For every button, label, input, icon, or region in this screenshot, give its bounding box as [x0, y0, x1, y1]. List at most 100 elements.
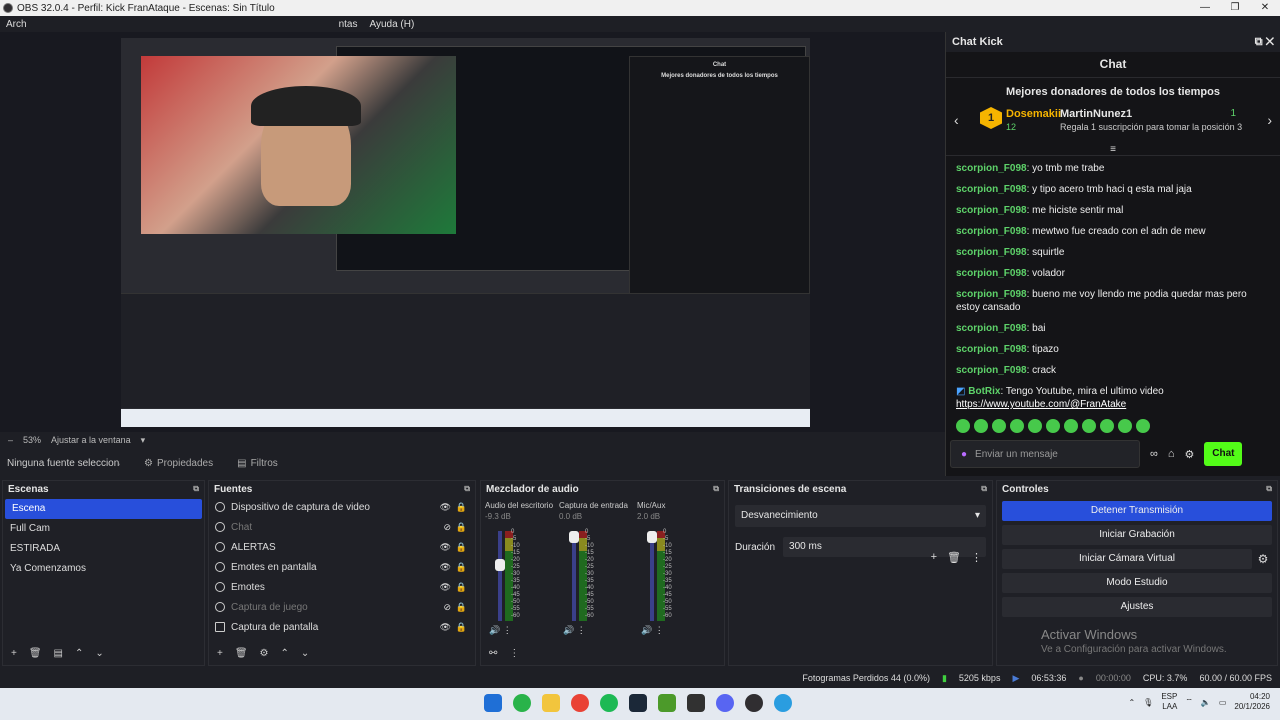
source-item[interactable]: ALERTAS 👁 🔒: [209, 537, 475, 557]
popout-icon[interactable]: ⧉: [981, 484, 987, 494]
scene-item[interactable]: ESTIRADA: [3, 539, 204, 559]
settings-button[interactable]: Ajustes: [1002, 597, 1272, 617]
lock-icon[interactable]: 🔒: [456, 562, 467, 573]
lock-icon[interactable]: 🔒: [456, 622, 467, 633]
link-icon[interactable]: ⚯: [489, 648, 497, 659]
more-icon[interactable]: ⋮: [503, 625, 512, 635]
eye-hidden-icon[interactable]: ⊘: [443, 602, 451, 613]
obs-icon[interactable]: [745, 694, 763, 712]
clock[interactable]: 04:20 20/1/2026: [1234, 692, 1270, 712]
lock-icon[interactable]: 🔒: [456, 542, 467, 553]
gift-icon[interactable]: ⌂: [1168, 448, 1175, 461]
close-button[interactable]: ✕: [1250, 0, 1280, 16]
steam-icon[interactable]: [629, 694, 647, 712]
chat-username[interactable]: scorpion_F098: [956, 247, 1027, 258]
eye-icon[interactable]: 👁: [440, 562, 451, 573]
source-item[interactable]: Emotes en pantalla 👁 🔒: [209, 557, 475, 577]
add-icon[interactable]: +: [931, 551, 937, 564]
speaker-icon[interactable]: 🔊: [489, 625, 500, 635]
chat-username[interactable]: BotRix: [968, 386, 1000, 397]
lock-icon[interactable]: 🔒: [456, 522, 467, 533]
chevron-right-icon[interactable]: ›: [1267, 112, 1272, 128]
chevron-down-icon[interactable]: ⌄: [301, 648, 309, 659]
pin-toggle-icon[interactable]: ≡: [946, 144, 1280, 156]
volume-fader[interactable]: [498, 531, 502, 621]
more-icon[interactable]: ⋮: [971, 551, 982, 564]
fader-knob[interactable]: [495, 559, 505, 571]
popout-icon[interactable]: ⧉: [193, 484, 199, 494]
fader-knob[interactable]: [647, 531, 657, 543]
language-indicator[interactable]: ESP LAA: [1161, 692, 1177, 712]
menu-item-archivo[interactable]: Arch: [0, 19, 33, 30]
transition-select[interactable]: Desvanecimiento ▾: [735, 505, 986, 527]
chevron-down-icon[interactable]: ⌄: [95, 648, 103, 659]
minimize-button[interactable]: —: [1190, 0, 1220, 16]
dock-controls[interactable]: ⧉ ✕: [1255, 36, 1274, 48]
scene-item[interactable]: Full Cam: [3, 519, 204, 539]
trash-icon[interactable]: 🗑: [235, 648, 248, 659]
menu-item-herramientas[interactable]: ntas: [333, 19, 364, 30]
windows-start-icon[interactable]: [484, 694, 502, 712]
popout-icon[interactable]: ⧉: [464, 484, 470, 494]
chrome-icon[interactable]: [571, 694, 589, 712]
volume-fader[interactable]: [650, 531, 654, 621]
add-icon[interactable]: +: [217, 648, 223, 659]
speaker-icon[interactable]: 🔊: [641, 625, 652, 635]
eye-icon[interactable]: 👁: [440, 582, 451, 593]
source-item[interactable]: Emotes 👁 🔒: [209, 577, 475, 597]
spotify-icon[interactable]: [600, 694, 618, 712]
gear-icon[interactable]: ⚙: [1185, 448, 1195, 461]
volume-fader[interactable]: [572, 531, 576, 621]
studio-mode-button[interactable]: Modo Estudio: [1002, 573, 1272, 593]
chat-username[interactable]: scorpion_F098: [956, 205, 1027, 216]
maximize-button[interactable]: ❐: [1220, 0, 1250, 16]
chat-username[interactable]: scorpion_F098: [956, 323, 1027, 334]
chat-username[interactable]: scorpion_F098: [956, 344, 1027, 355]
chat-send-button[interactable]: Chat: [1204, 442, 1243, 466]
source-item[interactable]: Dispositivo de captura de video 👁 🔒: [209, 497, 475, 517]
mic-icon[interactable]: 🎙: [1143, 698, 1153, 707]
eye-icon[interactable]: 👁: [440, 622, 451, 633]
chevron-down-icon[interactable]: ▾: [141, 435, 146, 446]
trash-icon[interactable]: 🗑: [947, 551, 961, 564]
whatsapp-icon[interactable]: [513, 694, 531, 712]
edge-icon[interactable]: [774, 694, 792, 712]
infinity-icon[interactable]: ∞: [1150, 448, 1158, 461]
start-virtual-camera-button[interactable]: Iniciar Cámara Virtual: [1002, 549, 1252, 569]
more-icon[interactable]: ⋮: [577, 625, 586, 635]
scene-item[interactable]: Escena: [5, 499, 202, 519]
youtube-link[interactable]: https://www.youtube.com/@FranAtake: [956, 399, 1126, 410]
properties-button[interactable]: ⚙ Propiedades: [144, 458, 213, 469]
gear-icon[interactable]: ⚙: [260, 648, 269, 659]
gear-icon[interactable]: ⚙: [1254, 549, 1272, 569]
preview-canvas[interactable]: Chat Mejores donadores de todos los tiem…: [121, 38, 810, 427]
donor1-name[interactable]: Dosemakii: [1006, 108, 1061, 120]
more-icon[interactable]: ⋮: [655, 625, 664, 635]
chat-username[interactable]: scorpion_F098: [956, 184, 1027, 195]
add-icon[interactable]: +: [11, 648, 17, 659]
eye-icon[interactable]: 👁: [440, 502, 451, 513]
fader-knob[interactable]: [569, 531, 579, 543]
stop-streaming-button[interactable]: Detener Transmisión: [1002, 501, 1272, 521]
scene-item[interactable]: Ya Comenzamos: [3, 559, 204, 579]
popout-icon[interactable]: ⧉: [1266, 484, 1272, 494]
chevron-up-icon[interactable]: ⌃: [75, 648, 83, 659]
eye-hidden-icon[interactable]: ⊘: [443, 522, 451, 533]
chat-username[interactable]: scorpion_F098: [956, 226, 1027, 237]
donor2-name[interactable]: MartinNunez1: [1060, 108, 1132, 120]
epic-games-icon[interactable]: [687, 694, 705, 712]
popout-icon[interactable]: ⧉: [713, 484, 719, 494]
preview-area[interactable]: Chat Mejores donadores de todos los tiem…: [0, 32, 945, 432]
source-item[interactable]: Chat ⊘ 🔒: [209, 517, 475, 537]
start-recording-button[interactable]: Iniciar Grabación: [1002, 525, 1272, 545]
chevron-left-icon[interactable]: ‹: [954, 112, 959, 128]
filters-button[interactable]: ▤ Filtros: [237, 458, 278, 469]
speaker-icon[interactable]: 🔊: [563, 625, 574, 635]
wifi-icon[interactable]: ⌔: [1185, 697, 1193, 707]
trash-icon[interactable]: 🗑: [29, 648, 42, 659]
source-item[interactable]: Captura de juego ⊘ 🔒: [209, 597, 475, 617]
lock-icon[interactable]: 🔒: [456, 582, 467, 593]
menu-item-ayuda[interactable]: Ayuda (H): [363, 19, 420, 30]
volume-icon[interactable]: 🔈: [1201, 698, 1211, 707]
chevron-up-icon[interactable]: ⌃: [1128, 698, 1135, 707]
